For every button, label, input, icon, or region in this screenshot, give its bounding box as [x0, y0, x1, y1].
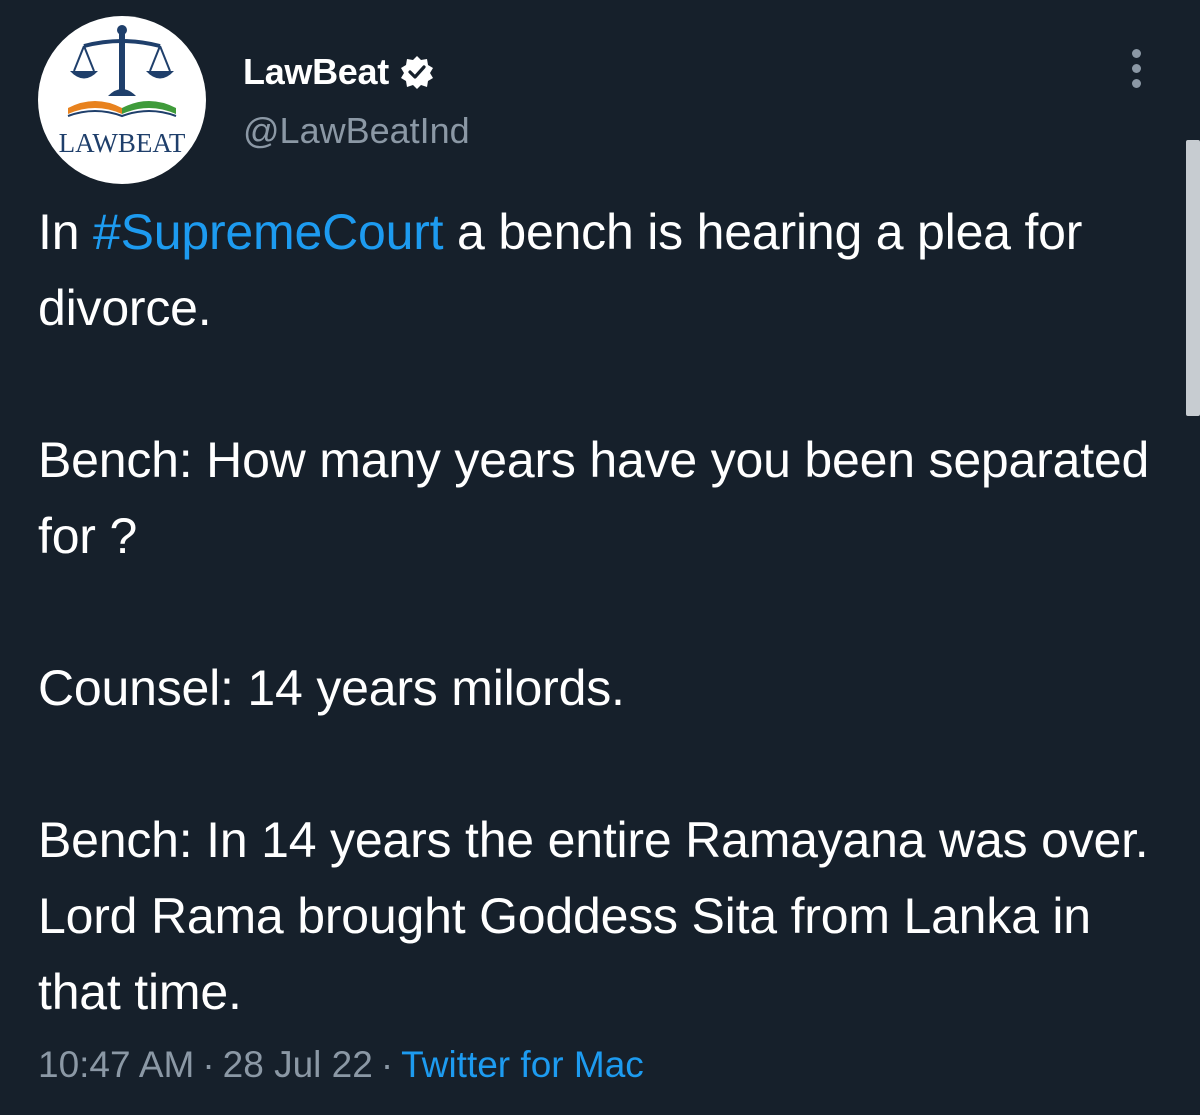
separator: ·: [380, 1044, 394, 1085]
text-segment: In: [38, 204, 93, 260]
tweet-paragraph-2: Bench: How many years have you been sepa…: [38, 432, 1150, 564]
tweet-paragraph-3: Counsel: 14 years milords.: [38, 660, 625, 716]
lawbeat-logo: LAWBEAT: [59, 25, 186, 158]
avatar[interactable]: LAWBEAT: [38, 16, 206, 184]
more-options-icon[interactable]: [1116, 40, 1156, 96]
scrollbar[interactable]: [1186, 140, 1200, 416]
tweet-time[interactable]: 10:47 AM: [38, 1044, 194, 1085]
tweet-paragraph-1: In #SupremeCourt a bench is hearing a pl…: [38, 194, 1168, 346]
separator: ·: [202, 1044, 215, 1085]
tweet-text: In #SupremeCourt a bench is hearing a pl…: [38, 194, 1168, 1030]
hashtag-link[interactable]: #SupremeCourt: [93, 204, 444, 260]
avatar-logo-text: LAWBEAT: [59, 128, 186, 158]
tweet-paragraph-4: Bench: In 14 years the entire Ramayana w…: [38, 812, 1149, 1020]
tweet: LAWBEAT LawBeat @LawBeatInd In #SupremeC…: [0, 0, 1200, 1115]
verified-badge-icon: [399, 54, 435, 90]
tweet-date[interactable]: 28 Jul 22: [223, 1044, 373, 1085]
tweet-metadata: 10:47 AM · 28 Jul 22 · Twitter for Mac: [38, 1040, 644, 1090]
tweet-source-link[interactable]: Twitter for Mac: [401, 1044, 644, 1085]
author-name-row[interactable]: LawBeat: [243, 48, 435, 96]
display-name[interactable]: LawBeat: [243, 51, 389, 93]
scales-of-justice-icon: [67, 25, 177, 118]
author-handle[interactable]: @LawBeatInd: [243, 110, 470, 152]
